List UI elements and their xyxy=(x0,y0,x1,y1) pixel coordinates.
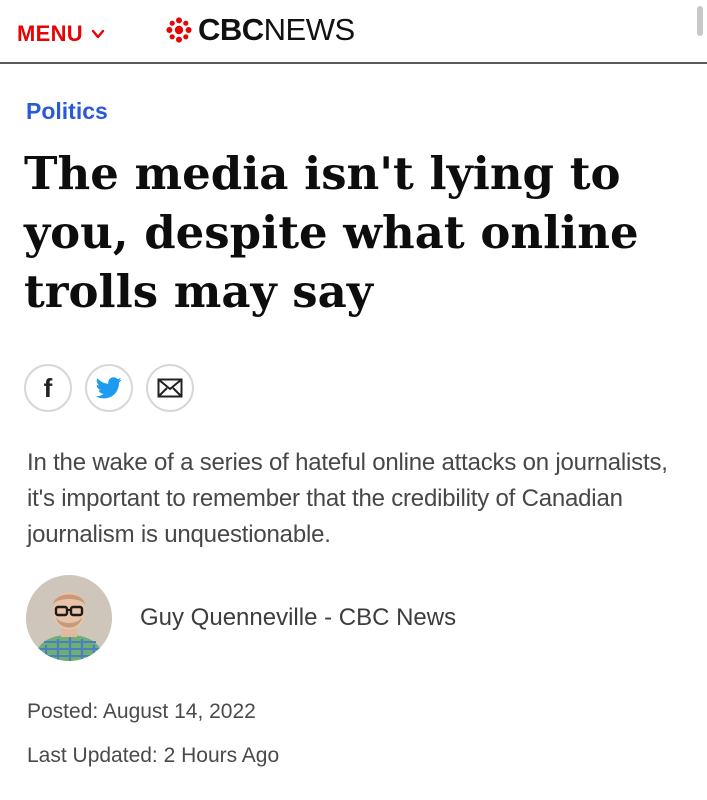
twitter-icon xyxy=(96,377,122,399)
author-avatar[interactable] xyxy=(26,575,112,661)
cbc-gem-icon xyxy=(166,17,192,43)
author-name[interactable]: Guy Quenneville - CBC News xyxy=(140,604,456,632)
menu-label: MENU xyxy=(17,21,83,46)
byline: Guy Quenneville - CBC News xyxy=(26,575,456,661)
article-summary: In the wake of a series of hateful onlin… xyxy=(27,449,668,548)
email-icon xyxy=(157,378,183,398)
headline: The media isn't lying to you, despite wh… xyxy=(24,147,639,318)
posted-date: Posted: August 14, 2022 xyxy=(27,700,256,723)
email-share-button[interactable] xyxy=(146,364,194,412)
brand-news: NEWS xyxy=(263,12,356,47)
author-photo xyxy=(26,575,112,661)
facebook-share-button[interactable]: f xyxy=(24,364,72,412)
scrollbar[interactable] xyxy=(697,6,703,36)
menu-button[interactable]: MENU xyxy=(17,20,105,48)
article-page: MENU CBC NEWS Politics The media isn't l… xyxy=(0,0,707,800)
chevron-down-icon xyxy=(91,29,105,39)
cbc-news-logo[interactable]: CBC NEWS xyxy=(166,12,355,48)
facebook-icon: f xyxy=(43,372,53,403)
last-updated: Last Updated: 2 Hours Ago xyxy=(27,744,280,767)
twitter-share-button[interactable] xyxy=(85,364,133,412)
site-header: MENU CBC NEWS xyxy=(0,0,707,64)
category-link[interactable]: Politics xyxy=(26,98,108,125)
share-bar: f xyxy=(24,364,194,412)
brand-cbc: CBC xyxy=(198,12,264,47)
